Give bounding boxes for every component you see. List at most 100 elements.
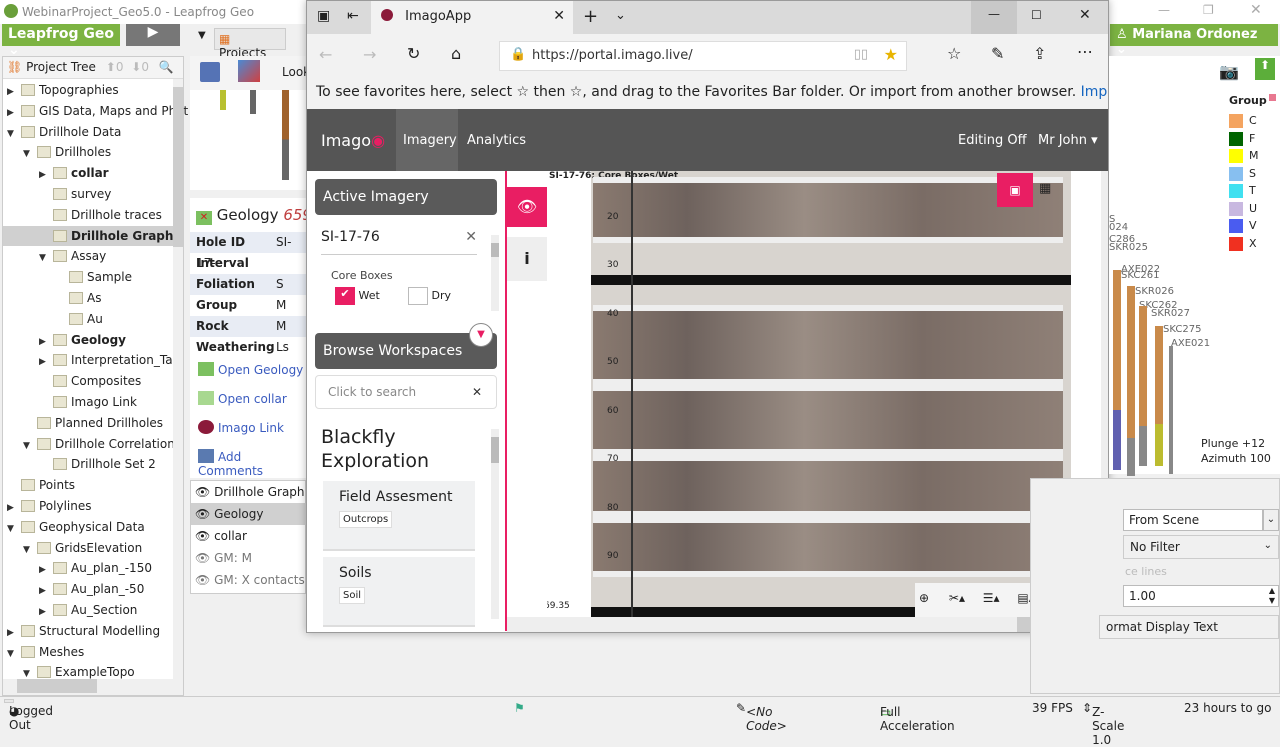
close-icon[interactable]: ✕ <box>1250 2 1262 18</box>
import-link[interactable]: Import fav <box>1081 84 1108 100</box>
tree-item[interactable]: As <box>3 288 173 308</box>
expander-icon[interactable]: ▶ <box>39 560 53 580</box>
home-icon[interactable]: ⌂ <box>451 44 461 63</box>
dry-checkbox[interactable]: Dry <box>408 287 451 305</box>
spin-arrows-icon[interactable]: ▲ ▼ <box>1269 586 1275 606</box>
property-link[interactable]: Open Geology <box>198 362 303 377</box>
tree-item[interactable]: ▶ Interpretation_Tab <box>3 350 180 372</box>
collapse-toggle-icon[interactable]: ▼ <box>469 323 493 347</box>
core-box-image[interactable]: SI-17-76: Core Boxes/Wet 102030405060708… <box>547 171 1071 617</box>
up-icon[interactable]: ⬆ <box>106 60 116 74</box>
close-tab-icon[interactable]: ✕ <box>553 8 565 24</box>
expander-icon[interactable]: ▼ <box>7 519 21 539</box>
reading-view-icon[interactable]: ▯▯ <box>854 47 868 62</box>
close-window-button[interactable]: ✕ <box>1079 7 1091 23</box>
notes-icon[interactable]: ✎ <box>991 44 1004 63</box>
expander-icon[interactable]: ▼ <box>23 540 37 560</box>
expander-icon[interactable]: ▼ <box>7 644 21 664</box>
save-scene-icon[interactable] <box>200 62 220 82</box>
visibility-eye-icon[interactable]: 👁 <box>195 485 214 499</box>
tree-item[interactable]: Points <box>3 475 173 495</box>
tree-item[interactable]: ▶ collar <box>3 163 173 183</box>
expander-icon[interactable]: ▼ <box>23 144 37 164</box>
tools-icon[interactable]: ✂▴ <box>949 591 965 605</box>
expander-icon[interactable]: ▶ <box>39 352 53 372</box>
workspace-scrollbar[interactable] <box>491 429 499 619</box>
tree-item[interactable]: ▼ Assay <box>3 246 173 266</box>
user-menu-button[interactable]: ♙ Mariana Ordonez ⌄ <box>1110 24 1278 57</box>
up-arrow-icon[interactable]: ⬆ <box>1255 58 1275 80</box>
tree-item[interactable]: Drillhole Set 2 <box>3 454 173 474</box>
tab-list-chevron-icon[interactable]: ⌄ <box>615 8 626 23</box>
tree-item[interactable]: Composites <box>3 371 173 391</box>
layer-row[interactable]: 👁 GM: M <box>191 547 307 569</box>
active-imagery-header[interactable]: Active Imagery <box>315 179 497 215</box>
tree-item[interactable]: Au <box>3 309 173 329</box>
format-display-text-button[interactable]: ormat Display Text <box>1099 615 1279 639</box>
view-eye-icon[interactable]: 👁 <box>507 187 547 227</box>
forward-icon[interactable]: → <box>363 45 376 64</box>
card-chip[interactable]: Soil <box>339 587 366 604</box>
clear-icon[interactable]: ✕ <box>465 229 477 245</box>
tree-item[interactable]: Drillhole traces <box>3 205 173 225</box>
minimize-icon[interactable]: — <box>1158 3 1170 17</box>
browser-tab-imagoapp[interactable]: ImagoApp ✕ <box>371 1 573 34</box>
leapfrog-menu-button[interactable]: Leapfrog Geo ⌄ <box>2 24 120 58</box>
new-tab-icon[interactable]: + <box>583 6 598 27</box>
card-chip[interactable]: Outcrops <box>339 511 393 528</box>
value-spinbox[interactable]: 1.00 ▲ ▼ <box>1123 585 1279 607</box>
scene-view-partial[interactable] <box>190 90 306 190</box>
favorite-star-icon[interactable]: ★ <box>884 45 898 64</box>
maximize-button[interactable]: ☐ <box>1031 8 1042 22</box>
tree-item[interactable]: ▶ Au_plan_-150 <box>3 558 173 578</box>
imago-logo[interactable]: Imago◉ <box>321 131 385 150</box>
tab-actions-icon[interactable]: ▣ <box>317 8 330 24</box>
layer-row[interactable]: 👁 Drillhole Graph <box>191 481 307 503</box>
code-status[interactable]: ✎ <No Code> <box>736 701 787 733</box>
expander-icon[interactable]: ▶ <box>39 581 53 601</box>
nav-imagery[interactable]: Imagery <box>396 109 458 171</box>
set-tabs-aside-icon[interactable]: ⇤ <box>347 8 359 24</box>
list-icon[interactable]: ☰▴ <box>983 591 1000 605</box>
chevron-down-icon[interactable]: ⌄ <box>1263 509 1279 531</box>
property-link[interactable]: Add Comments <box>198 449 306 478</box>
workspace-card[interactable]: Field Assesment Outcrops <box>323 481 475 551</box>
user-menu[interactable]: Mr John ▾ <box>1038 133 1098 148</box>
tree-item[interactable]: Drillhole Graphs <box>3 225 181 246</box>
minimize-button[interactable]: — <box>971 1 1017 34</box>
visibility-eye-icon[interactable]: 👁 <box>195 507 214 521</box>
play-button[interactable]: ▶ <box>126 24 180 46</box>
chevron-down-icon[interactable]: ▼ <box>198 30 206 41</box>
tree-item[interactable]: ▶ GIS Data, Maps and Phot <box>3 101 188 123</box>
back-icon[interactable]: ← <box>319 45 332 64</box>
tree-item[interactable]: ▼ Drillholes <box>3 142 173 162</box>
expander-icon[interactable]: ▼ <box>7 124 21 144</box>
from-scene-select[interactable]: From Scene <box>1123 509 1263 531</box>
tree-item[interactable]: ▼ Geophysical Data <box>3 517 173 537</box>
search-icon[interactable]: 🔍 <box>159 60 174 74</box>
scene-view[interactable]: 📷 ⬆ Group CFMSTUVX S 024 C286 SKR025 AXE022 S… <box>1109 56 1280 476</box>
layer-row[interactable]: 👁 Geology <box>191 503 307 525</box>
expander-icon[interactable]: ▶ <box>7 82 21 102</box>
visibility-eye-icon[interactable]: 👁 <box>195 529 214 543</box>
workspace-search-input[interactable]: Click to search ✕ <box>315 375 497 409</box>
down-icon[interactable]: ⬇ <box>131 60 141 74</box>
share-icon[interactable]: ⇪ <box>1033 44 1046 63</box>
tree-item[interactable]: ▼ GridsElevation <box>3 538 173 558</box>
expander-icon[interactable]: ▶ <box>7 498 21 518</box>
visibility-eye-icon[interactable]: 👁 <box>195 573 214 587</box>
tree-item[interactable]: ▶ Structural Modelling <box>3 621 173 641</box>
expander-icon[interactable]: ▼ <box>39 248 53 268</box>
refresh-icon[interactable]: ↻ <box>407 44 420 63</box>
visibility-eye-icon[interactable]: 👁 <box>195 551 214 565</box>
horizontal-scrollbar[interactable] <box>507 617 1101 632</box>
info-icon[interactable]: i <box>507 237 547 281</box>
tree-item[interactable]: survey <box>3 184 173 204</box>
expander-icon[interactable]: ▶ <box>7 623 21 643</box>
more-icon[interactable]: ⋯ <box>1077 42 1093 61</box>
expander-icon[interactable]: ▶ <box>7 103 21 123</box>
url-input[interactable]: 🔒 https://portal.imago.live/ ▯▯ ★ <box>499 41 907 71</box>
tree-scrollbar[interactable] <box>173 79 183 679</box>
tree-hscrollbar[interactable] <box>3 679 183 695</box>
property-link[interactable]: Open collar <box>198 391 287 406</box>
